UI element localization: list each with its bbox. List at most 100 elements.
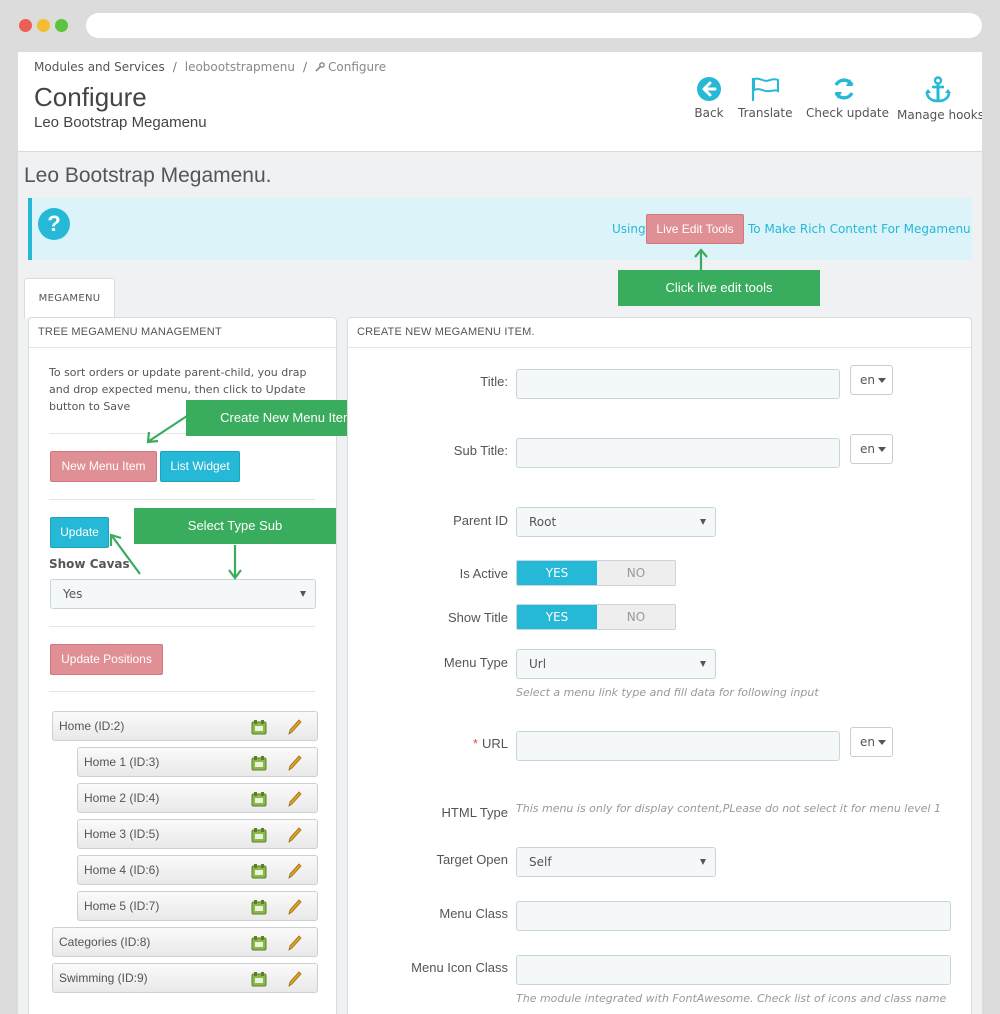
subtitle-input[interactable] [516,438,840,468]
translate-label: Translate [738,106,793,120]
url-input[interactable] [516,731,840,761]
parent-id-select[interactable]: Root [516,507,716,537]
back-arrow-icon [697,77,721,101]
url-lang-value: en [860,735,875,749]
pencil-icon[interactable] [288,827,302,843]
chevron-down-icon [700,661,706,667]
manage-hooks-button[interactable]: Manage hooks [897,76,982,122]
maximize-window-dot[interactable] [55,19,68,32]
show-title-label: Show Title [448,610,508,625]
menu-icon-class-input[interactable] [516,955,951,985]
divider [49,691,315,692]
widget-icon[interactable] [251,863,267,879]
back-label: Back [694,106,724,120]
breadcrumb-configure: Configure [315,60,386,74]
widget-icon[interactable] [251,899,267,915]
breadcrumb-separator: / [302,60,308,74]
tree-item-label: Home 5 (ID:7) [84,899,160,913]
tree-item[interactable]: Home (ID:2) [52,711,318,741]
is-active-yes[interactable]: YES [517,561,597,585]
title-input[interactable] [516,369,840,399]
pencil-icon[interactable] [288,971,302,987]
address-bar[interactable] [86,13,982,38]
menu-icon-help: The module integrated with FontAwesome. … [516,992,947,1005]
manage-hooks-label: Manage hooks [897,108,982,122]
pencil-icon[interactable] [288,719,302,735]
check-update-button[interactable]: Check update [806,76,889,120]
show-title-switch[interactable]: YES NO [516,604,676,630]
tree-item-label: Home 3 (ID:5) [84,827,160,841]
url-lang-select[interactable]: en [850,727,893,757]
admin-page: Modules and Services / leobootstrapmenu / Co… [18,52,982,1014]
translate-button[interactable]: Translate [738,76,793,120]
breadcrumb-modules[interactable]: Modules and Services [34,60,165,74]
divider [49,626,315,627]
tree-item-label: Home 2 (ID:4) [84,791,160,805]
tree-item-label: Home 4 (ID:6) [84,863,160,877]
question-icon: ? [38,208,70,240]
tree-panel-heading: TREE MEGAMENU MANAGEMENT [29,318,336,348]
menu-class-input[interactable] [516,901,951,931]
module-title: Leo Bootstrap Megamenu. [24,164,272,187]
show-cavas-select[interactable]: Yes [50,579,316,609]
new-menu-item-button[interactable]: New Menu Item [50,451,157,482]
is-active-no[interactable]: NO [597,561,675,585]
widget-icon[interactable] [251,791,267,807]
subtitle-lang-select[interactable]: en [850,434,893,464]
callout-arrow-live-edit [694,248,708,271]
close-window-dot[interactable] [19,19,32,32]
callout-select-type: Select Type Sub [134,508,336,544]
tree-item[interactable]: Home 3 (ID:5) [77,819,318,849]
is-active-switch[interactable]: YES NO [516,560,676,586]
tree-item[interactable]: Home 1 (ID:3) [77,747,318,777]
show-title-no[interactable]: NO [597,605,675,629]
update-positions-button[interactable]: Update Positions [50,644,163,675]
tree-item-label: Swimming (ID:9) [59,971,148,985]
tree-item[interactable]: Home 4 (ID:6) [77,855,318,885]
menu-type-select[interactable]: Url [516,649,716,679]
show-title-yes[interactable]: YES [517,605,597,629]
pencil-icon[interactable] [288,863,302,879]
update-button[interactable]: Update [50,517,109,548]
tree-item[interactable]: Swimming (ID:9) [52,963,318,993]
title-label: Title: [480,374,508,389]
anchor-icon [925,76,951,103]
parent-id-value: Root [529,515,557,529]
pencil-icon[interactable] [288,791,302,807]
info-alert: ? Using Live Edit Tools To Make Rich Con… [28,198,972,260]
menu-type-label: Menu Type [443,655,508,670]
chevron-down-icon [300,591,306,597]
list-widget-button[interactable]: List Widget [160,451,240,482]
breadcrumb-module[interactable]: leobootstrapmenu [185,60,295,74]
pencil-icon[interactable] [288,935,302,951]
pencil-icon[interactable] [288,755,302,771]
widget-icon[interactable] [251,827,267,843]
widget-icon[interactable] [251,755,267,771]
is-active-label: Is Active [459,566,508,581]
tree-item-label: Home (ID:2) [59,719,125,733]
html-type-label: HTML Type [441,805,508,820]
widget-icon[interactable] [251,719,267,735]
back-button[interactable]: Back [694,76,724,120]
chevron-down-icon [700,519,706,525]
tree-item[interactable]: Home 5 (ID:7) [77,891,318,921]
widget-icon[interactable] [251,935,267,951]
flag-icon [751,77,779,101]
alert-rest-text: To Make Rich Content For Megamenu [748,222,971,236]
pencil-icon[interactable] [288,899,302,915]
minimize-window-dot[interactable] [37,19,50,32]
tree-item[interactable]: Categories (ID:8) [52,927,318,957]
live-edit-tools-button[interactable]: Live Edit Tools [646,214,744,244]
subtitle-lang-value: en [860,442,875,456]
widget-icon[interactable] [251,971,267,987]
alert-using-text: Using [612,222,646,236]
tab-megamenu[interactable]: MEGAMENU [24,278,115,318]
tree-item[interactable]: Home 2 (ID:4) [77,783,318,813]
target-open-select[interactable]: Self [516,847,716,877]
page-subtitle: Leo Bootstrap Megamenu [34,114,207,131]
title-lang-value: en [860,373,875,387]
subtitle-label: Sub Title: [453,443,508,458]
chevron-down-icon [878,740,886,745]
check-update-label: Check update [806,106,890,120]
title-lang-select[interactable]: en [850,365,893,395]
